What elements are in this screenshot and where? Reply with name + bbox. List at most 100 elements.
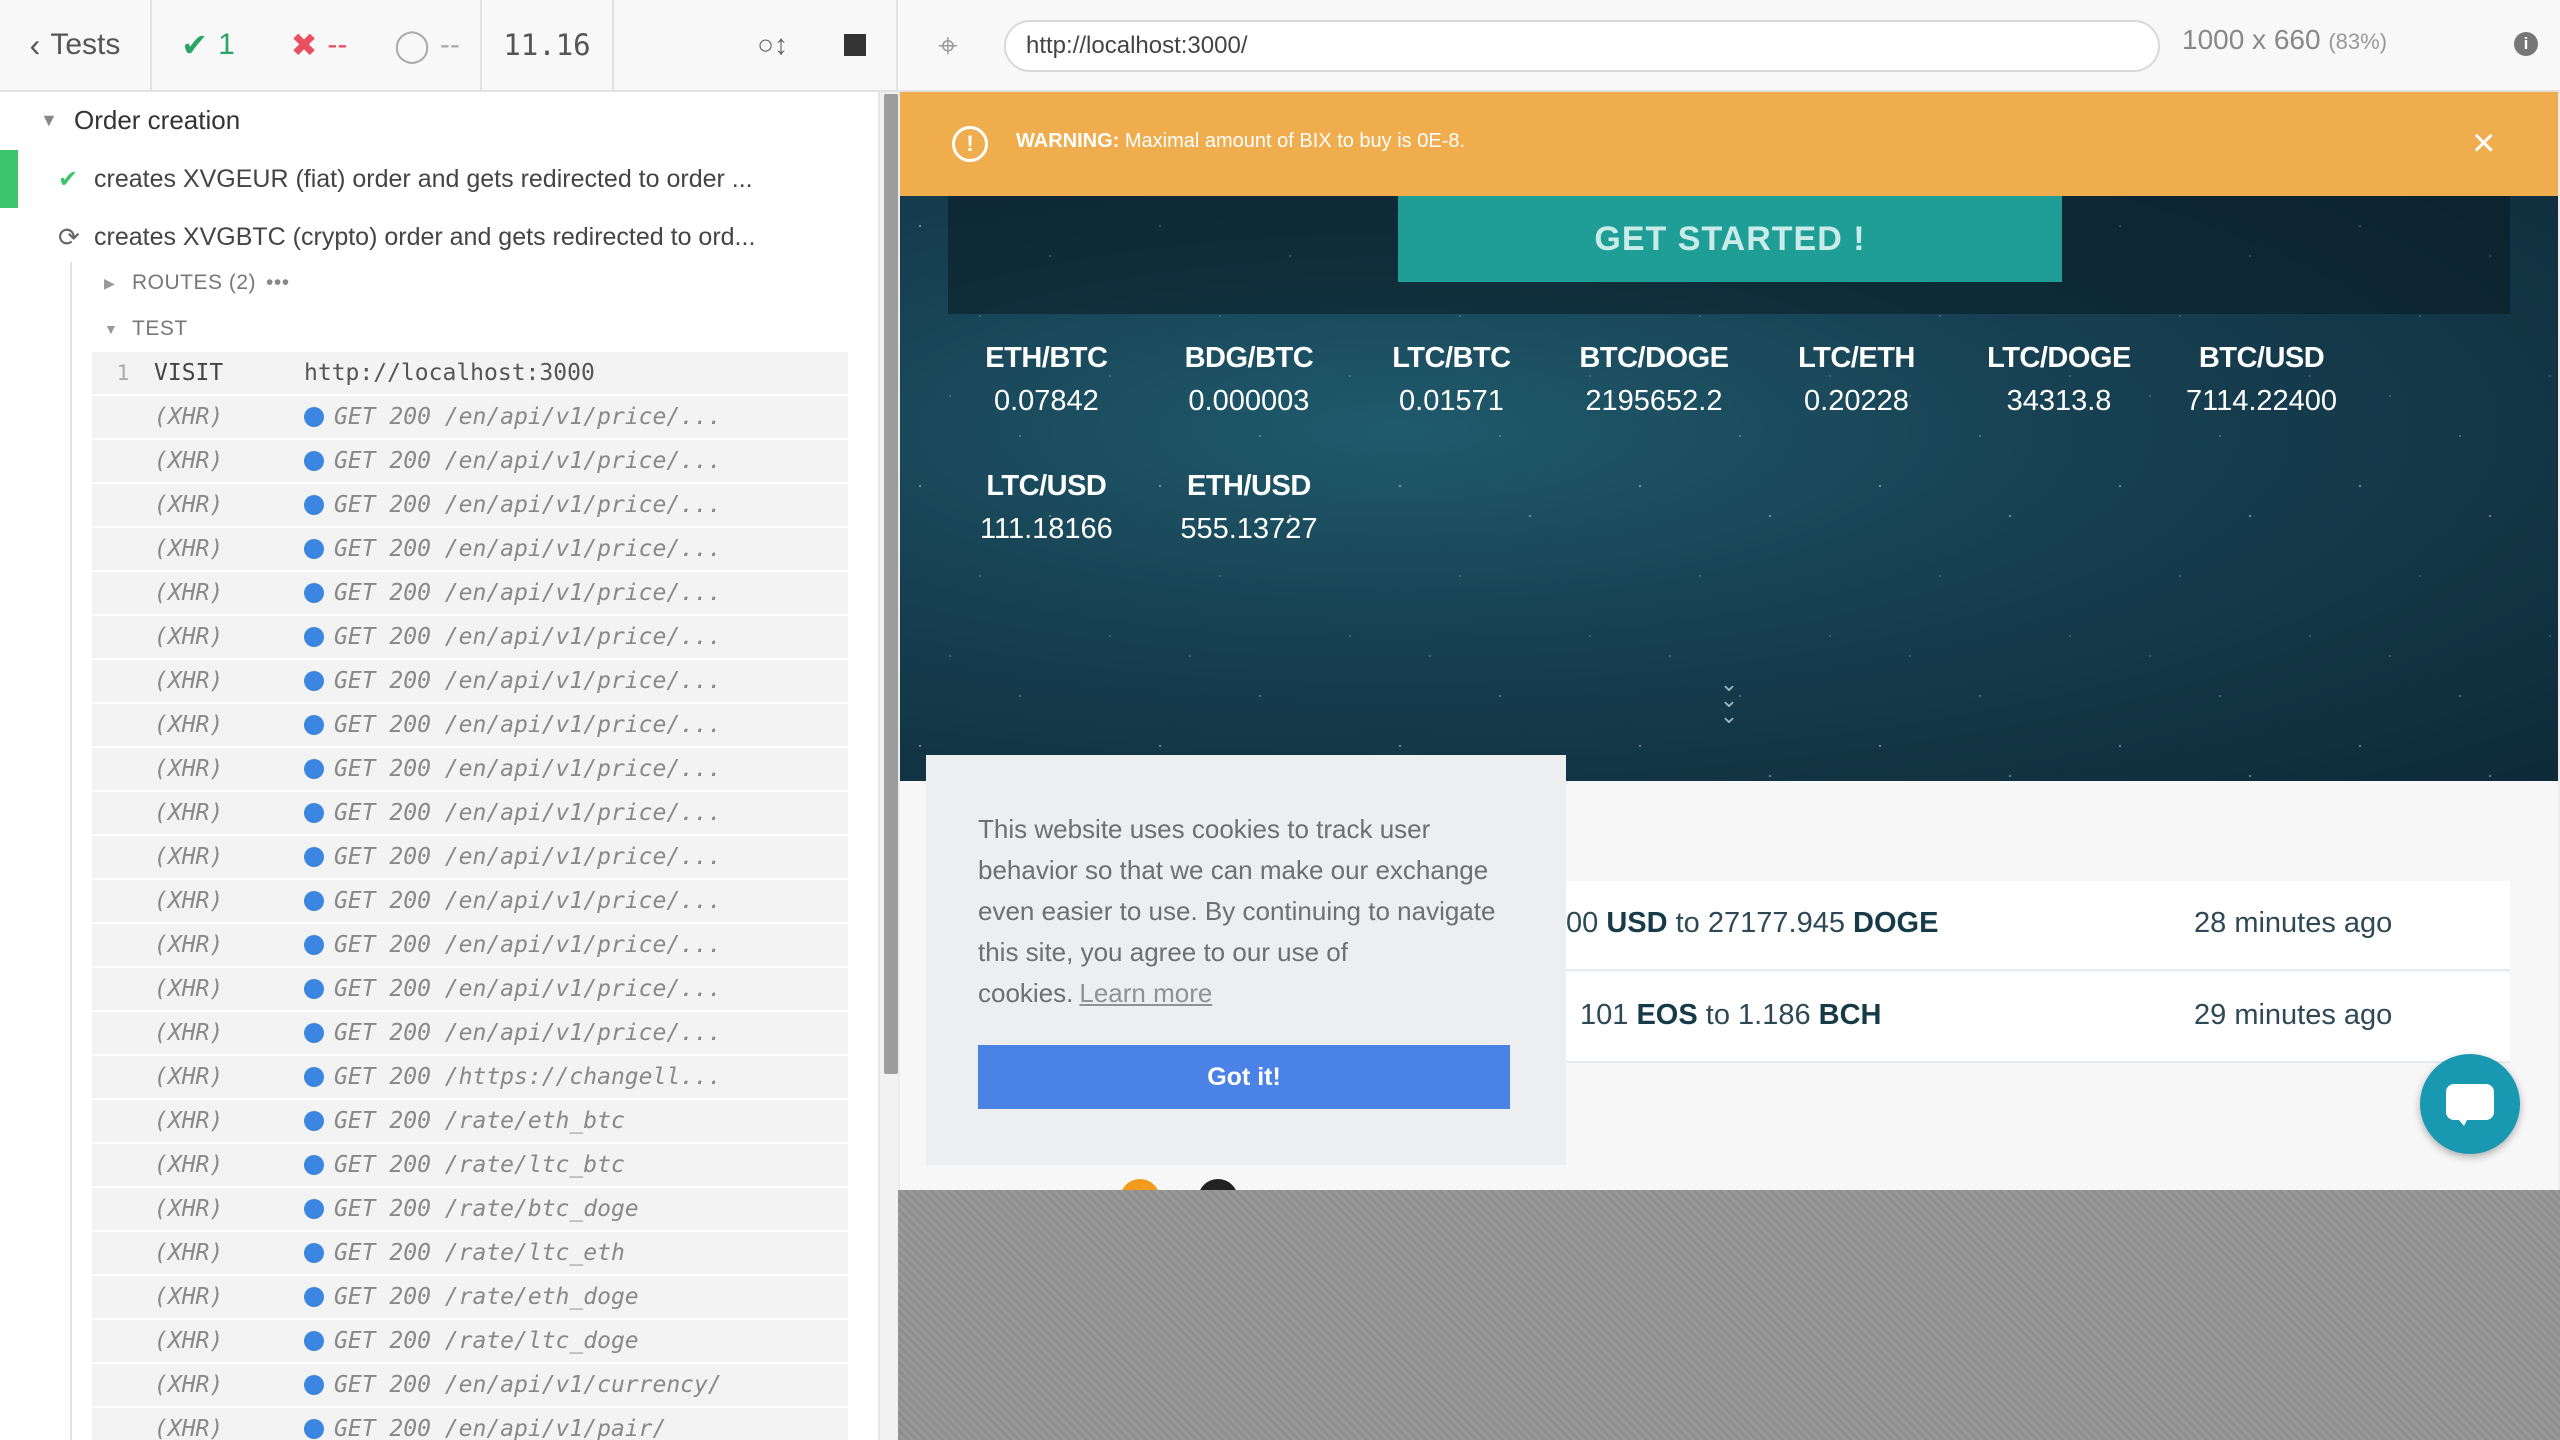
rate-item: LTC/DOGE 34313.8 bbox=[1959, 342, 2159, 418]
auto-scroll-icon[interactable]: ○↕ bbox=[757, 29, 788, 61]
command-xhr[interactable]: (XHR) GET 200 /rate/ltc_doge bbox=[92, 1320, 848, 1364]
command-message: GET 200 /en/api/v1/price/... bbox=[334, 448, 722, 474]
command-xhr[interactable]: (XHR) GET 200 /rate/eth_doge bbox=[92, 1276, 848, 1320]
command-xhr[interactable]: (XHR) GET 200 /https://changell... bbox=[92, 1056, 848, 1100]
trade-currency-to: DOGE bbox=[1853, 907, 1939, 939]
command-name: (XHR) bbox=[154, 976, 224, 1002]
url-field[interactable]: http://localhost:3000/ bbox=[1004, 20, 2160, 72]
command-xhr[interactable]: (XHR) GET 200 /en/api/v1/currency/ bbox=[92, 1364, 848, 1408]
refresh-icon: ⟳ bbox=[58, 221, 80, 252]
command-xhr[interactable]: (XHR) GET 200 /en/api/v1/price/... bbox=[92, 836, 848, 880]
app-frame: ! WARNING: Maximal amount of BIX to buy … bbox=[900, 92, 2558, 1190]
xhr-status-dot-icon bbox=[304, 495, 324, 515]
command-xhr[interactable]: (XHR) GET 200 /en/api/v1/price/... bbox=[92, 704, 848, 748]
x-icon: ✖ bbox=[290, 27, 318, 63]
learn-more-link[interactable]: Learn more bbox=[1079, 978, 1212, 1008]
scrollbar-thumb[interactable] bbox=[884, 94, 898, 1074]
command-message: GET 200 /en/api/v1/price/... bbox=[334, 756, 722, 782]
command-name: (XHR) bbox=[154, 624, 224, 650]
command-name: (XHR) bbox=[154, 492, 224, 518]
reporter-header: ‹ Tests ✔ 1 ✖ -- ◯ -- 11.16 ○↕ bbox=[0, 0, 898, 92]
close-icon[interactable]: × bbox=[2472, 118, 2495, 168]
command-xhr[interactable]: (XHR) GET 200 /en/api/v1/price/... bbox=[92, 484, 848, 528]
xhr-status-dot-icon bbox=[304, 935, 324, 955]
info-icon[interactable]: i bbox=[2514, 32, 2538, 56]
xhr-status-dot-icon bbox=[304, 1111, 324, 1131]
command-name: (XHR) bbox=[154, 1416, 224, 1440]
test-item-running[interactable]: ⟳ creates XVGBTC (crypto) order and gets… bbox=[0, 208, 878, 266]
command-xhr[interactable]: (XHR) GET 200 /rate/ltc_eth bbox=[92, 1232, 848, 1276]
command-message: GET 200 /en/api/v1/price/... bbox=[334, 492, 722, 518]
test-item-passed[interactable]: ✔ creates XVGEUR (fiat) order and gets r… bbox=[0, 150, 878, 208]
command-xhr[interactable]: (XHR) GET 200 /en/api/v1/price/... bbox=[92, 880, 848, 924]
command-xhr[interactable]: (XHR) GET 200 /en/api/v1/price/... bbox=[92, 572, 848, 616]
viewport-info: 1000 x 660 (83%) bbox=[2182, 24, 2387, 56]
tests-label: Tests bbox=[50, 28, 121, 61]
test-body-toggle[interactable]: ▼ TEST bbox=[104, 306, 188, 352]
command-message: GET 200 /en/api/v1/price/... bbox=[334, 844, 722, 870]
chat-button[interactable] bbox=[2420, 1054, 2520, 1154]
test-title: creates XVGBTC (crypto) order and gets r… bbox=[94, 222, 756, 251]
rate-value: 2195652.2 bbox=[1585, 385, 1723, 417]
xhr-status-dot-icon bbox=[304, 979, 324, 999]
cookie-accept-button[interactable]: Got it! bbox=[978, 1045, 1510, 1109]
trade-currency-from: EOS bbox=[1636, 999, 1698, 1031]
xhr-status-dot-icon bbox=[304, 671, 324, 691]
rate-item: BDG/BTC 0.000003 bbox=[1149, 342, 1349, 418]
stop-icon[interactable] bbox=[844, 34, 866, 56]
command-xhr[interactable]: (XHR) GET 200 /rate/ltc_btc bbox=[92, 1144, 848, 1188]
command-message: GET 200 /en/api/v1/price/... bbox=[334, 580, 722, 606]
xhr-status-dot-icon bbox=[304, 1331, 324, 1351]
suite-header[interactable]: ▼ Order creation bbox=[0, 92, 878, 148]
command-message: GET 200 /en/api/v1/price/... bbox=[334, 800, 722, 826]
command-name: (XHR) bbox=[154, 888, 224, 914]
command-name: (XHR) bbox=[154, 756, 224, 782]
tests-back-button[interactable]: ‹ Tests bbox=[0, 0, 152, 90]
command-xhr[interactable]: (XHR) GET 200 /en/api/v1/price/... bbox=[92, 660, 848, 704]
failed-count[interactable]: ✖ -- bbox=[264, 0, 374, 90]
command-visit[interactable]: 1 VISIT http://localhost:3000 bbox=[92, 352, 848, 396]
command-message: GET 200 /https://changell... bbox=[334, 1064, 722, 1090]
command-message: GET 200 /rate/eth_doge bbox=[334, 1284, 639, 1310]
command-message: GET 200 /en/api/v1/price/... bbox=[334, 624, 722, 650]
command-name: (XHR) bbox=[154, 1020, 224, 1046]
viewport-overflow-area bbox=[898, 1190, 2560, 1440]
trade-currency-to: BCH bbox=[1818, 999, 1882, 1031]
command-name: (XHR) bbox=[154, 580, 224, 606]
command-xhr[interactable]: (XHR) GET 200 /en/api/v1/price/... bbox=[92, 396, 848, 440]
selector-playground-crosshair-icon[interactable]: ⌖ bbox=[930, 28, 966, 64]
reporter-scrollbar[interactable] bbox=[878, 92, 898, 1440]
command-xhr[interactable]: (XHR) GET 200 /en/api/v1/price/... bbox=[92, 792, 848, 836]
command-name: (XHR) bbox=[154, 668, 224, 694]
command-xhr[interactable]: (XHR) GET 200 /en/api/v1/price/... bbox=[92, 924, 848, 968]
xhr-status-dot-icon bbox=[304, 627, 324, 647]
warning-banner: ! WARNING: Maximal amount of BIX to buy … bbox=[900, 92, 2558, 196]
command-xhr[interactable]: (XHR) GET 200 /rate/btc_doge bbox=[92, 1188, 848, 1232]
rate-pair: ETH/BTC bbox=[985, 342, 1108, 374]
pending-count[interactable]: ◯ -- bbox=[374, 0, 482, 90]
command-xhr[interactable]: (XHR) GET 200 /en/api/v1/price/... bbox=[92, 440, 848, 484]
command-xhr[interactable]: (XHR) GET 200 /en/api/v1/pair/ bbox=[92, 1408, 848, 1440]
rate-item: LTC/USD 111.18166 bbox=[946, 470, 1146, 546]
command-log: 1 VISIT http://localhost:3000 (XHR) GET 200 … bbox=[92, 352, 848, 1440]
warning-label: WARNING: bbox=[1016, 130, 1120, 152]
passed-count[interactable]: ✔ 1 bbox=[152, 0, 264, 90]
rate-value: 555.13727 bbox=[1180, 513, 1318, 545]
caret-down-icon: ▼ bbox=[40, 109, 58, 130]
command-xhr[interactable]: (XHR) GET 200 /rate/eth_btc bbox=[92, 1100, 848, 1144]
rate-value: 111.18166 bbox=[980, 513, 1113, 545]
routes-toggle[interactable]: ▶ ROUTES (2) ••• bbox=[104, 260, 290, 306]
command-message: GET 200 /en/api/v1/price/... bbox=[334, 932, 722, 958]
scroll-down-chevrons-icon[interactable]: ⌄ ⌄ ⌄ bbox=[1714, 673, 1744, 736]
command-name: (XHR) bbox=[154, 1328, 224, 1354]
routes-label: ROUTES (2) bbox=[132, 271, 257, 294]
get-started-button[interactable]: GET STARTED ! bbox=[1398, 196, 2062, 282]
command-xhr[interactable]: (XHR) GET 200 /en/api/v1/price/... bbox=[92, 748, 848, 792]
rate-value: 7114.22400 bbox=[2185, 385, 2338, 417]
command-xhr[interactable]: (XHR) GET 200 /en/api/v1/price/... bbox=[92, 1012, 848, 1056]
command-xhr[interactable]: (XHR) GET 200 /en/api/v1/price/... bbox=[92, 968, 848, 1012]
command-xhr[interactable]: (XHR) GET 200 /en/api/v1/price/... bbox=[92, 616, 848, 660]
command-xhr[interactable]: (XHR) GET 200 /en/api/v1/price/... bbox=[92, 528, 848, 572]
command-message: http://localhost:3000 bbox=[304, 360, 595, 386]
caret-down-icon: ▼ bbox=[104, 321, 119, 337]
